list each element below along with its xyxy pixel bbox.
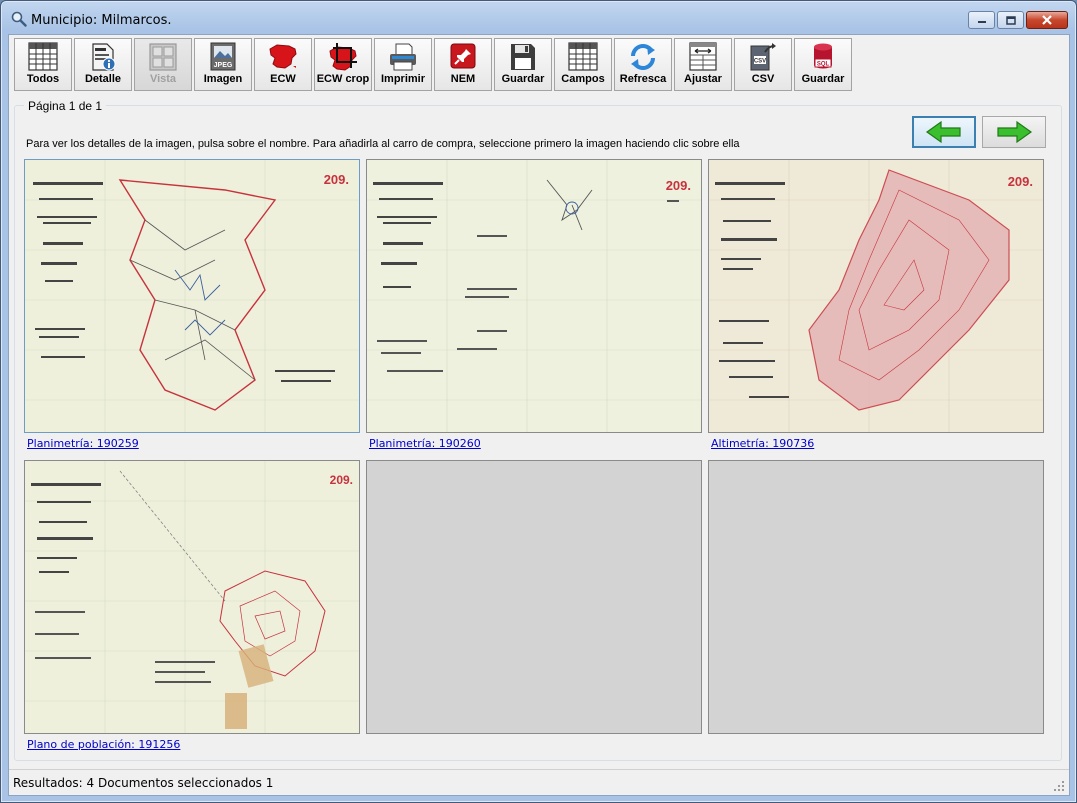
sheet-number: 209.: [329, 473, 353, 487]
nem-label: NEM: [450, 73, 476, 85]
todos-button[interactable]: Todos: [14, 38, 72, 91]
toolbar: Todos Detalle Vista JPEG Imagen ECW ECW …: [14, 38, 852, 93]
close-icon: [1042, 15, 1052, 25]
fit-columns-icon: [689, 42, 717, 71]
floppy-disk-icon: [511, 44, 535, 70]
maximize-icon: [1005, 15, 1016, 25]
minimize-icon: [977, 21, 986, 23]
imprimir-label: Imprimir: [380, 73, 425, 85]
main-window: Municipio: Milmarcos. Todos Detalle Vist…: [0, 0, 1077, 803]
result-thumbnail[interactable]: 209.: [366, 159, 702, 433]
sheet-number: 209.: [1007, 174, 1033, 189]
imagen-button[interactable]: JPEG Imagen: [194, 38, 252, 91]
vista-label: Vista: [149, 73, 177, 85]
ecw-crop-label: ECW crop: [316, 73, 370, 85]
grid-icon: [28, 42, 58, 71]
window-title: Municipio: Milmarcos.: [31, 13, 172, 28]
guardar-button[interactable]: Guardar: [494, 38, 552, 91]
ajustar-button[interactable]: Ajustar: [674, 38, 732, 91]
campos-button[interactable]: Campos: [554, 38, 612, 91]
todos-label: Todos: [26, 73, 60, 85]
ecw-button[interactable]: ECW: [254, 38, 312, 91]
sheet-number: 209.: [665, 178, 691, 193]
csv-button[interactable]: CSV CSV: [734, 38, 792, 91]
guardar-sql-button[interactable]: SQL Guardar: [794, 38, 852, 91]
maximize-button[interactable]: [997, 11, 1024, 29]
svg-text:JPEG: JPEG: [214, 62, 233, 69]
minimize-button[interactable]: [968, 11, 995, 29]
empty-thumbnail-slot: [366, 460, 702, 734]
close-button[interactable]: [1026, 11, 1068, 29]
refresh-icon: [631, 44, 655, 70]
status-text: Resultados: 4 Documentos seleccionados 1: [13, 776, 274, 790]
printer-icon: [390, 43, 416, 71]
ecw-label: ECW: [270, 73, 296, 85]
svg-text:CSV: CSV: [754, 59, 766, 65]
spain-map-icon: [269, 44, 297, 69]
status-bar: Resultados: 4 Documentos seleccionados 1: [9, 769, 1069, 795]
result-thumbnail[interactable]: 209.: [24, 460, 360, 734]
map-image-plano-poblacion-191256: [25, 461, 359, 733]
csv-label: CSV: [751, 73, 775, 85]
map-image-planimetria-190259: [25, 160, 359, 432]
ajustar-label: Ajustar: [684, 73, 722, 85]
imagen-label: Imagen: [203, 73, 243, 85]
sheet-number: 209.: [323, 172, 349, 187]
magnifier-icon: [11, 11, 27, 27]
result-link[interactable]: Plano de población: 191256: [27, 738, 180, 751]
map-image-altimetria-190736: [709, 160, 1043, 432]
title-bar[interactable]: Municipio: Milmarcos.: [1, 1, 1076, 35]
document-info-icon: [92, 43, 116, 71]
result-thumbnail[interactable]: 209.: [24, 159, 360, 433]
nem-button[interactable]: NEM: [434, 38, 492, 91]
previous-page-button[interactable]: [912, 116, 976, 148]
pushpin-icon: [450, 43, 476, 69]
client-area: Todos Detalle Vista JPEG Imagen ECW ECW …: [8, 34, 1070, 796]
result-link[interactable]: Planimetría: 190259: [27, 437, 139, 450]
detalle-button[interactable]: Detalle: [74, 38, 132, 91]
ecw-crop-button[interactable]: ECW crop: [314, 38, 372, 91]
result-thumbnail[interactable]: 209.: [708, 159, 1044, 433]
refresca-label: Refresca: [619, 73, 667, 85]
result-link[interactable]: Planimetría: 190260: [369, 437, 481, 450]
caption-buttons: [968, 11, 1068, 29]
imprimir-button[interactable]: Imprimir: [374, 38, 432, 91]
jpeg-image-icon: JPEG: [210, 42, 236, 71]
thumbnails-icon: [149, 43, 177, 71]
arrow-left-icon: [925, 120, 961, 144]
results-group: Página 1 de 1 Para ver los detalles de l…: [14, 99, 1062, 761]
result-link[interactable]: Altimetría: 190736: [711, 437, 814, 450]
page-indicator: Página 1 de 1: [24, 99, 107, 113]
map-image-planimetria-190260: [367, 160, 701, 432]
detalle-label: Detalle: [84, 73, 122, 85]
vista-button[interactable]: Vista: [134, 38, 192, 91]
arrow-right-icon: [997, 120, 1033, 144]
next-page-button[interactable]: [982, 116, 1046, 148]
instructions-text: Para ver los detalles de la imagen, puls…: [26, 138, 740, 150]
columns-grid-icon: [568, 42, 598, 71]
csv-export-icon: CSV: [750, 43, 776, 71]
resize-grip-icon[interactable]: [1053, 780, 1065, 792]
guardar-label: Guardar: [501, 73, 545, 85]
empty-thumbnail-slot: [708, 460, 1044, 734]
guardar-sql-label: Guardar: [801, 73, 845, 85]
refresca-button[interactable]: Refresca: [614, 38, 672, 91]
spain-map-crop-icon: [329, 43, 357, 71]
svg-text:SQL: SQL: [817, 62, 830, 68]
campos-label: Campos: [561, 73, 605, 85]
sql-database-icon: SQL: [814, 43, 832, 69]
